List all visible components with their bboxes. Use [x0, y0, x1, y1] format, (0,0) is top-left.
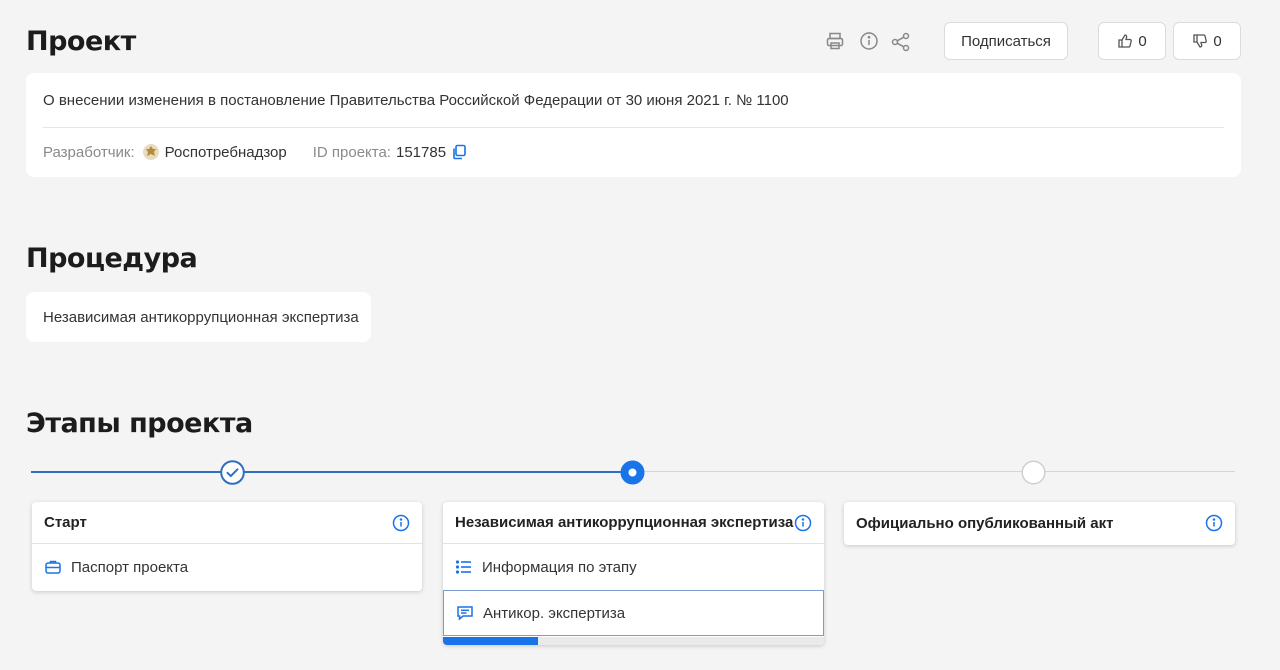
stage-progress-track	[443, 637, 824, 645]
project-id-value: 151785	[395, 143, 447, 161]
stage-card-anticorruption: Независимая антикоррупционная экспертиза…	[443, 502, 824, 645]
project-card: О внесении изменения в постановление Пра…	[26, 73, 1241, 177]
stage-link-expertise[interactable]: Антикор. экспертиза	[443, 590, 824, 636]
copy-icon[interactable]	[451, 144, 467, 160]
dislike-button[interactable]: 0	[1173, 22, 1241, 60]
stage-link-label: Антикор. экспертиза	[483, 604, 626, 622]
procedure-value: Независимая антикоррупционная экспертиза	[43, 309, 359, 326]
like-count: 0	[1138, 32, 1147, 50]
subscribe-button[interactable]: Подписаться	[944, 22, 1068, 60]
stage-done-marker	[220, 460, 245, 485]
stage-pending-marker	[1021, 460, 1046, 485]
stage-link-label: Паспорт проекта	[71, 558, 189, 576]
empty-circle-icon	[1021, 460, 1046, 485]
stage-link-label: Информация по этапу	[482, 558, 637, 576]
timeline-progress-line	[31, 471, 633, 473]
briefcase-icon	[45, 560, 61, 574]
comment-icon	[457, 606, 473, 621]
stage-header: Независимая антикоррупционная экспертиза	[443, 502, 824, 544]
dislike-count: 0	[1213, 32, 1222, 50]
stage-title: Старт	[44, 514, 87, 531]
project-card-divider	[43, 127, 1224, 128]
project-id-label: ID проекта:	[312, 143, 391, 161]
like-button[interactable]: 0	[1098, 22, 1166, 60]
developer-value[interactable]: Роспотребнадзор	[165, 144, 287, 161]
emblem-icon	[142, 143, 160, 161]
stage-link-info[interactable]: Информация по этапу	[443, 544, 824, 590]
project-meta: Разработчик: Роспотребнадзор ID проекта:…	[43, 143, 467, 161]
timeline-pending-line	[633, 471, 1235, 472]
stage-progress-fill	[443, 637, 539, 645]
stage-info-icon[interactable]	[392, 514, 410, 532]
list-icon	[455, 560, 471, 574]
procedure-heading: Процедура	[26, 243, 198, 274]
share-icon[interactable]	[890, 31, 912, 53]
stage-info-icon[interactable]	[794, 514, 812, 532]
thumbs-down-icon	[1193, 34, 1208, 48]
stages-heading: Этапы проекта	[26, 408, 253, 439]
procedure-card: Независимая антикоррупционная экспертиза	[26, 292, 371, 342]
stage-card-published: Официально опубликованный акт	[844, 502, 1235, 545]
info-icon[interactable]	[858, 30, 880, 52]
stage-header: Старт	[32, 502, 422, 544]
check-circle-icon	[220, 460, 245, 485]
stage-link-passport[interactable]: Паспорт проекта	[32, 544, 422, 590]
stage-info-icon[interactable]	[1205, 514, 1223, 532]
developer-label: Разработчик:	[43, 143, 135, 161]
stage-title: Официально опубликованный акт	[856, 514, 1114, 532]
stage-title: Независимая антикоррупционная экспертиза	[455, 514, 794, 531]
thumbs-up-icon	[1118, 34, 1133, 48]
project-heading: Проект	[26, 26, 136, 57]
project-description: О внесении изменения в постановление Пра…	[43, 92, 789, 109]
stage-header: Официально опубликованный акт	[844, 502, 1235, 544]
stage-card-start: Старт Паспорт проекта	[32, 502, 422, 591]
print-icon[interactable]	[824, 30, 846, 52]
stage-current-marker	[620, 460, 645, 485]
current-step-icon	[620, 460, 645, 485]
